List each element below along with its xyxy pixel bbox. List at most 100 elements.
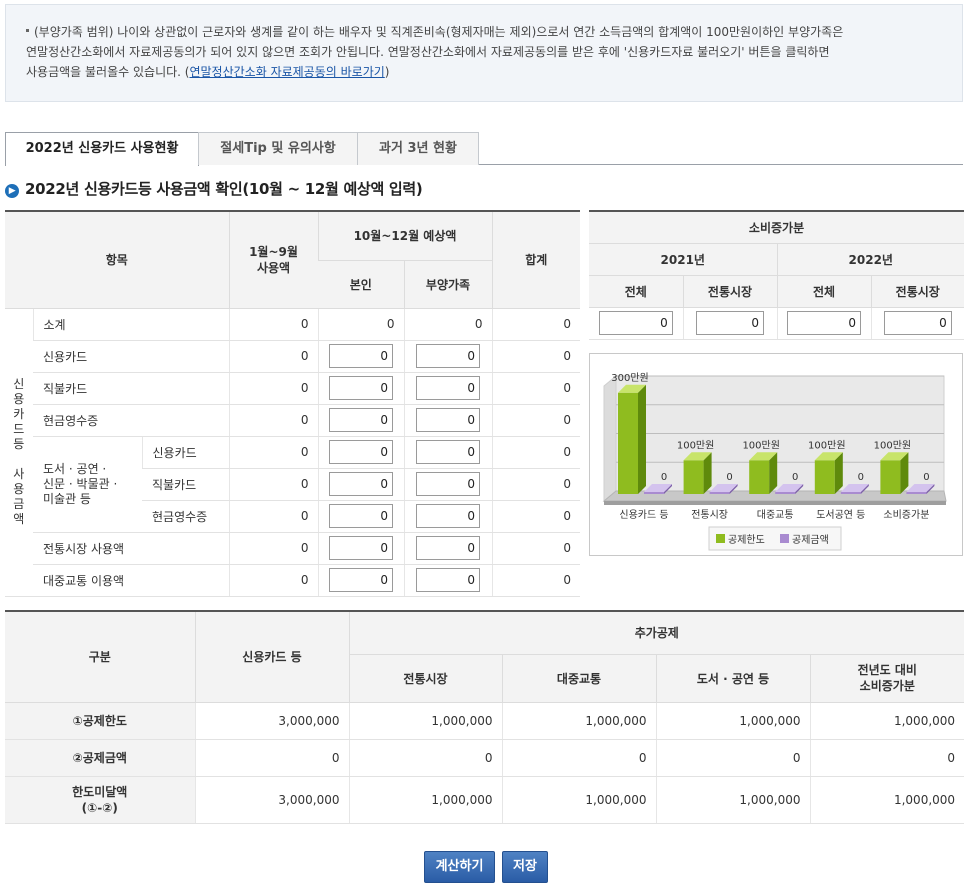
header-dependents: 부양가족: [403, 260, 492, 309]
increase-year-2022: 2022년: [776, 243, 965, 276]
culture-cash-total: 0: [491, 500, 580, 533]
debit-self-input[interactable]: 0: [329, 376, 393, 400]
transit-jan-sep: 0: [228, 564, 318, 597]
chart-data-label: 100만원: [742, 439, 780, 451]
shortfall-credit: 3,000,000: [194, 776, 349, 824]
amount-increase: 0: [809, 739, 965, 777]
chart-bar-front: [775, 492, 796, 494]
tab-past-3-years[interactable]: 과거 3년 현황: [357, 132, 479, 165]
culture-credit-self-input[interactable]: 0: [329, 440, 393, 464]
culture-debit-self-input[interactable]: 0: [329, 472, 393, 496]
culture-debit-dependents-input[interactable]: 0: [416, 472, 480, 496]
row-transit-label: 대중교통 이용액: [33, 564, 229, 597]
subtotal-total: 0: [491, 308, 580, 341]
save-button[interactable]: 저장: [502, 851, 548, 883]
header-increase: 전년도 대비 소비증가분: [809, 654, 965, 703]
transit-dependents-input[interactable]: 0: [416, 568, 480, 592]
chart-bar-front: [683, 460, 704, 494]
chart-category-label: 대중교통: [757, 509, 794, 521]
limit-market: 1,000,000: [348, 702, 502, 740]
culture-cash-self-input[interactable]: 0: [329, 504, 393, 528]
credit-total: 0: [491, 340, 580, 373]
increase-2021-total-input[interactable]: 0: [598, 311, 673, 335]
row-shortfall-label: 한도미달액 (①-②): [5, 776, 195, 824]
chart-data-label: 0: [792, 472, 798, 483]
header-credit-cards: 신용카드 등: [194, 611, 349, 703]
calculate-button[interactable]: 계산하기: [424, 851, 495, 883]
usage-table: 항목 1월~9월 사용액 10월~12월 예상액 합계 본인 부양가족 신용카드등…: [5, 210, 580, 597]
shortfall-market: 1,000,000: [348, 776, 502, 824]
shortfall-transit: 1,000,000: [501, 776, 656, 824]
chart-side-wall: [603, 374, 617, 503]
increase-table: 소비증가분 2021년 2022년 전체 전통시장 전체 전통시장 0 0 0 …: [589, 210, 965, 340]
chart-legend-swatch: [780, 534, 789, 543]
chart-bar-front: [644, 492, 664, 494]
cash-total: 0: [491, 404, 580, 437]
header-self: 본인: [318, 260, 404, 309]
debit-total: 0: [491, 372, 580, 405]
debit-jan-sep: 0: [228, 372, 318, 405]
tab-tax-tips[interactable]: 절세Tip 및 유의사항: [198, 132, 358, 165]
market-dependents-input[interactable]: 0: [416, 536, 480, 560]
chart-category-label: 도서공연 등: [816, 509, 865, 521]
amount-credit: 0: [194, 739, 349, 777]
bullet-icon: [26, 29, 29, 32]
notice-line-3: 사용금액을 불러올수 있습니다. (연말정산간소화 자료제공동의 바로가기): [26, 65, 390, 79]
row-culture-group-label: 도서 · 공연 · 신문 · 박물관 · 미술관 등: [33, 436, 142, 533]
shortfall-culture: 1,000,000: [655, 776, 810, 824]
chart-svg: 300만원 0 신용카드 등 100만원 0 전통시장 100만원 0 대중교통 100만원 0 도서…: [602, 372, 947, 551]
row-limit-label: ①공제한도: [5, 702, 195, 740]
transit-total: 0: [491, 564, 580, 597]
group-label: 신용카드등사용금액: [5, 308, 33, 597]
chart-data-label: 300만원: [611, 372, 649, 384]
increase-2022-total-header: 전체: [776, 275, 871, 308]
increase-2021-total-header: 전체: [589, 275, 683, 308]
consent-link[interactable]: 연말정산간소화 자료제공동의 바로가기: [189, 65, 384, 79]
market-total: 0: [491, 532, 580, 565]
chart-data-label: 100만원: [677, 439, 715, 451]
chart-floor-edge: [604, 501, 946, 505]
row-debit-label: 직불카드: [33, 372, 229, 405]
increase-2021-market-header: 전통시장: [682, 275, 777, 308]
deduction-table: 구분 신용카드 등 추가공제 전통시장 대중교통 도서 · 공연 등 전년도 대…: [5, 610, 965, 824]
increase-title: 소비증가분: [589, 211, 965, 244]
row-market-label: 전통시장 사용액: [33, 532, 229, 565]
chart-category-label: 전통시장: [691, 509, 728, 521]
chart-data-label: 0: [923, 472, 929, 483]
credit-dependents-input[interactable]: 0: [416, 344, 480, 368]
limit-increase: 1,000,000: [809, 702, 965, 740]
cash-dependents-input[interactable]: 0: [416, 408, 480, 432]
increase-2021-market-input[interactable]: 0: [696, 311, 764, 335]
tab-bar: 2022년 신용카드 사용현황 절세Tip 및 유의사항 과거 3년 현황: [5, 132, 963, 166]
cash-self-input[interactable]: 0: [329, 408, 393, 432]
tab-usage-status[interactable]: 2022년 신용카드 사용현황: [5, 132, 199, 166]
culture-credit-total: 0: [491, 436, 580, 469]
market-jan-sep: 0: [228, 532, 318, 565]
transit-self-input[interactable]: 0: [329, 568, 393, 592]
market-self-input[interactable]: 0: [329, 536, 393, 560]
culture-credit-dependents-input[interactable]: 0: [416, 440, 480, 464]
chart-bar-front: [618, 392, 638, 494]
credit-self-input[interactable]: 0: [329, 344, 393, 368]
row-culture-debit-label: 직불카드: [142, 468, 229, 501]
header-transit: 대중교통: [501, 654, 656, 703]
increase-2022-market-input[interactable]: 0: [883, 311, 952, 335]
chart-legend-swatch: [716, 534, 725, 543]
row-culture-cash-label: 현금영수증: [142, 500, 229, 533]
debit-dependents-input[interactable]: 0: [416, 376, 480, 400]
chart-legend-label: 공제금액: [792, 534, 829, 546]
culture-cash-dependents-input[interactable]: 0: [416, 504, 480, 528]
chart-data-label: 100만원: [808, 439, 846, 451]
culture-credit-jan-sep: 0: [228, 436, 318, 469]
deduction-chart: 300만원 0 신용카드 등 100만원 0 전통시장 100만원 0 대중교통 100만원 0 도서…: [589, 353, 963, 556]
culture-debit-jan-sep: 0: [228, 468, 318, 501]
culture-debit-total: 0: [491, 468, 580, 501]
increase-2022-total-input[interactable]: 0: [787, 311, 861, 335]
arrow-circle-icon: ▶: [5, 184, 19, 198]
row-culture-credit-label: 신용카드: [141, 436, 229, 469]
subtotal-self: 0: [317, 308, 404, 341]
chart-bar-side: [638, 384, 646, 494]
subtotal-jan-sep: 0: [228, 308, 318, 341]
chart-bar-front: [840, 492, 861, 494]
chart-category-label: 소비증가분: [883, 509, 929, 521]
